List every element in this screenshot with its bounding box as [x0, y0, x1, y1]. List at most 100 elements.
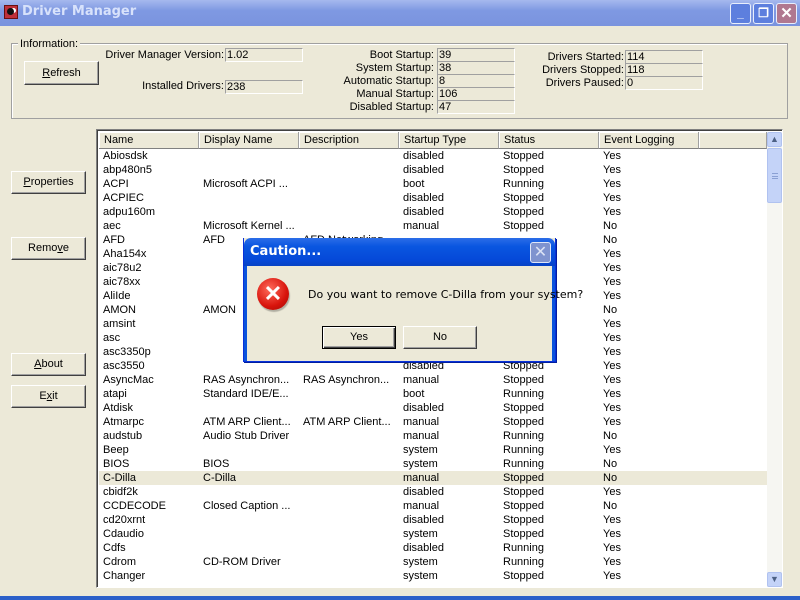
cell-status: Stopped — [503, 192, 544, 204]
cell-event-logging: No — [603, 472, 618, 484]
properties-button[interactable]: Properties — [11, 171, 86, 194]
column-header-event-logging[interactable]: Event Logging — [599, 132, 699, 149]
installed-drivers-label: Installed Drivers: — [142, 80, 224, 92]
cell-startup-type: system — [403, 556, 438, 568]
cell-filler — [699, 205, 767, 219]
driver-row[interactable]: Cdrom CD-ROM Driver system Running Yes — [99, 555, 767, 569]
cell-filler — [699, 569, 767, 583]
driver-row[interactable]: cd20xrnt disabled Stopped Yes — [99, 513, 767, 527]
driver-row[interactable]: ACPIEC disabled Stopped Yes — [99, 191, 767, 205]
cell-description — [299, 219, 399, 233]
cell-startup-type: boot — [403, 178, 425, 190]
cell-event-logging: Yes — [603, 486, 621, 498]
cell-filler — [699, 555, 767, 569]
cell-startup-type: manual — [403, 430, 440, 442]
manual-startup-label: Manual Startup: — [356, 88, 434, 100]
driver-row[interactable]: C-Dilla C-Dilla manual Stopped No — [99, 471, 767, 485]
cell-name: atapi — [103, 388, 127, 400]
cell-status: Stopped — [503, 150, 544, 162]
column-header-status[interactable]: Status — [499, 132, 599, 149]
cell-name: AMON — [103, 304, 136, 316]
remove-label-post: e — [62, 242, 69, 254]
scroll-up-button[interactable]: ▲ — [767, 132, 782, 147]
driver-row[interactable]: BIOS BIOS system Running No — [99, 457, 767, 471]
cell-startup-type: manual — [403, 220, 440, 232]
dialog-title: Caution... — [250, 244, 322, 259]
driver-row[interactable]: ACPI Microsoft ACPI ... boot Running Yes — [99, 177, 767, 191]
app-icon — [4, 5, 18, 19]
cell-filler — [699, 541, 767, 555]
column-header-name[interactable]: Name — [99, 132, 199, 149]
version-value: 1.02 — [225, 48, 303, 62]
driver-row[interactable]: CCDECODE Closed Caption ... manual Stopped N… — [99, 499, 767, 513]
cell-status: Running — [503, 430, 544, 442]
driver-row[interactable]: abp480n5 disabled Stopped Yes — [99, 163, 767, 177]
properties-label-accel: P — [23, 176, 31, 188]
driver-row[interactable]: AsyncMac RAS Asynchron... RAS Asynchron...… — [99, 373, 767, 387]
scroll-down-button[interactable]: ▼ — [767, 572, 782, 587]
cell-name: Cdaudio — [103, 528, 144, 540]
cell-event-logging: Yes — [603, 360, 621, 372]
driver-row[interactable]: Changer system Stopped Yes — [99, 569, 767, 583]
cell-name: Abiosdsk — [103, 150, 148, 162]
about-button[interactable]: About — [11, 353, 86, 376]
cell-status: Stopped — [503, 206, 544, 218]
cell-display-name — [199, 163, 299, 177]
exit-label-post: it — [52, 390, 58, 402]
cell-filler — [699, 443, 767, 457]
cell-display-name — [199, 401, 299, 415]
cell-status: Running — [503, 444, 544, 456]
driver-row[interactable]: cbidf2k disabled Stopped Yes — [99, 485, 767, 499]
cell-startup-type: system — [403, 528, 438, 540]
cell-filler — [699, 317, 767, 331]
cell-name: aic78u2 — [103, 262, 142, 274]
cell-filler — [699, 513, 767, 527]
driver-row[interactable]: Beep system Running Yes — [99, 443, 767, 457]
drivers-stopped-label: Drivers Stopped: — [542, 64, 624, 76]
driver-row[interactable]: adpu160m disabled Stopped Yes — [99, 205, 767, 219]
scroll-thumb[interactable] — [767, 148, 782, 203]
cell-event-logging: Yes — [603, 444, 621, 456]
column-header-description[interactable]: Description — [299, 132, 399, 149]
minimize-button[interactable]: _ — [730, 3, 751, 24]
cell-filler — [699, 485, 767, 499]
cell-event-logging: No — [603, 500, 618, 512]
refresh-button[interactable]: Refresh — [24, 61, 99, 85]
system-startup-value: 38 — [437, 61, 515, 75]
exit-button[interactable]: Exit — [11, 385, 86, 408]
no-button[interactable]: No — [403, 326, 477, 349]
driver-row[interactable]: Atdisk disabled Stopped Yes — [99, 401, 767, 415]
cell-display-name — [199, 485, 299, 499]
window-titlebar[interactable]: Driver Manager _ ❐ ✕ — [0, 0, 800, 26]
close-button[interactable]: ✕ — [776, 3, 797, 24]
cell-status: Running — [503, 458, 544, 470]
boot-startup-value: 39 — [437, 48, 515, 62]
column-header-display-name[interactable]: Display Name — [199, 132, 299, 149]
restore-button[interactable]: ❐ — [753, 3, 774, 24]
cell-status: Stopped — [503, 220, 544, 232]
cell-description — [299, 177, 399, 191]
dialog-close-button[interactable]: ✕ — [530, 242, 551, 263]
cell-description — [299, 205, 399, 219]
cell-event-logging: Yes — [603, 346, 621, 358]
cell-startup-type: disabled — [403, 542, 444, 554]
automatic-startup-value: 8 — [437, 74, 515, 88]
cell-description — [299, 191, 399, 205]
driver-row[interactable]: atapi Standard IDE/E... boot Running Yes — [99, 387, 767, 401]
remove-button[interactable]: Remove — [11, 237, 86, 260]
driver-row[interactable]: Atmarpc ATM ARP Client... ATM ARP Client..… — [99, 415, 767, 429]
dialog-left-border — [244, 266, 247, 361]
driver-row[interactable]: audstub Audio Stub Driver manual Running No — [99, 429, 767, 443]
driver-row[interactable]: Cdfs disabled Running Yes — [99, 541, 767, 555]
driver-row[interactable]: aec Microsoft Kernel ... manual Stopped No — [99, 219, 767, 233]
cell-event-logging: No — [603, 234, 618, 246]
column-header-startup-type[interactable]: Startup Type — [399, 132, 499, 149]
vertical-scrollbar[interactable]: ▲ ▼ — [767, 132, 782, 587]
dialog-titlebar[interactable]: Caution... ✕ — [244, 238, 555, 266]
yes-button[interactable]: Yes — [322, 326, 396, 349]
driver-row[interactable]: Cdaudio system Stopped Yes — [99, 527, 767, 541]
cell-filler — [699, 331, 767, 345]
cell-event-logging: Yes — [603, 206, 621, 218]
cell-display-name — [199, 149, 299, 163]
driver-row[interactable]: Abiosdsk disabled Stopped Yes — [99, 149, 767, 163]
